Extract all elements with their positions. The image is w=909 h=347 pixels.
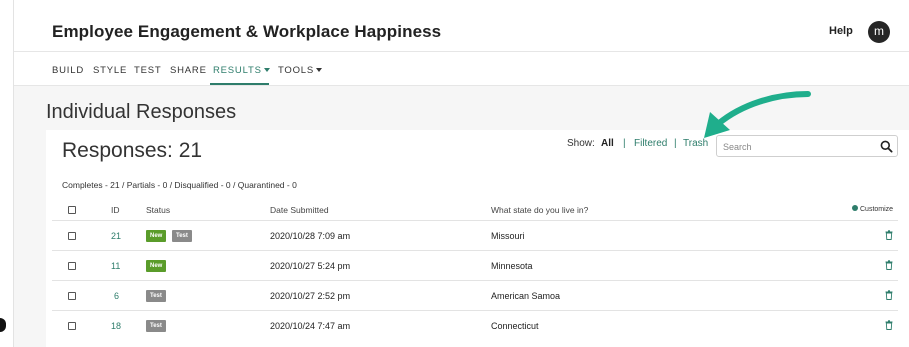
date-submitted: 2020/10/24 7:47 am	[270, 321, 351, 331]
date-submitted: 2020/10/28 7:09 am	[270, 231, 351, 241]
nav-active-indicator	[210, 83, 269, 85]
table-row[interactable]: 11 New 2020/10/27 5:24 pm Minnesota	[52, 251, 898, 281]
nav-share[interactable]: SHARE	[170, 65, 207, 76]
app-header: Employee Engagement & Workplace Happines…	[14, 0, 909, 52]
date-submitted: 2020/10/27 2:52 pm	[270, 291, 351, 301]
status-badge-new: New	[146, 260, 167, 272]
nav-build[interactable]: BUILD	[52, 65, 84, 76]
state-answer: Connecticut	[491, 321, 539, 331]
status-badge-test: Test	[172, 230, 192, 242]
row-checkbox[interactable]	[68, 232, 76, 240]
edge-tab	[0, 318, 6, 332]
table-row[interactable]: 21 New Test 2020/10/28 7:09 am Missouri	[52, 221, 898, 251]
status-badge-test: Test	[146, 290, 166, 302]
state-answer: Missouri	[491, 231, 525, 241]
response-id-link[interactable]: 6	[114, 291, 119, 301]
arrow-annotation	[704, 91, 811, 138]
trash-icon[interactable]	[885, 320, 893, 330]
status-badge-new: New	[146, 230, 167, 242]
response-id-link[interactable]: 21	[111, 231, 121, 241]
nav-test[interactable]: TEST	[134, 65, 161, 76]
nav-tools[interactable]: TOOLS	[278, 65, 323, 76]
gear-icon	[852, 205, 858, 212]
page-title: Individual Responses	[46, 101, 237, 123]
nav-results-label: RESULTS	[213, 65, 262, 76]
survey-title: Employee Engagement & Workplace Happines…	[52, 22, 442, 41]
row-checkbox[interactable]	[68, 292, 76, 300]
nav-build-label: BUILD	[52, 65, 84, 76]
help-link[interactable]: Help	[829, 25, 853, 37]
nav-test-label: TEST	[134, 65, 162, 76]
table-header: ID Status Date Submitted What state do y…	[52, 201, 898, 221]
filter-all-link[interactable]: All	[601, 138, 614, 149]
filter-filtered-link[interactable]: Filtered	[634, 138, 667, 149]
completes-summary: Completes - 21 / Partials - 0 / Disquali…	[62, 180, 297, 190]
table-row[interactable]: 18 Test 2020/10/24 7:47 am Connecticut	[52, 311, 898, 341]
row-checkbox[interactable]	[68, 262, 76, 270]
show-label: Show:	[567, 138, 595, 149]
nav-style[interactable]: STYLE	[93, 65, 127, 76]
nav-tools-label: TOOLS	[278, 65, 315, 76]
chevron-down-icon	[263, 68, 270, 73]
filter-separator: |	[674, 138, 677, 149]
row-checkbox[interactable]	[68, 322, 76, 330]
avatar[interactable]: m	[868, 21, 890, 43]
nav-share-label: SHARE	[170, 65, 207, 76]
response-id-link[interactable]: 11	[111, 261, 120, 271]
state-answer: Minnesota	[491, 261, 533, 271]
column-date: Date Submitted	[270, 205, 329, 215]
response-id-link[interactable]: 18	[111, 321, 121, 331]
customize-button[interactable]: Customize	[852, 205, 894, 213]
customize-label: Customize	[860, 206, 894, 213]
chevron-down-icon	[316, 68, 323, 73]
trash-icon[interactable]	[885, 230, 893, 240]
column-question: What state do you live in?	[491, 205, 589, 215]
status-badge-test: Test	[146, 320, 166, 332]
responses-count: Responses: 21	[62, 139, 203, 162]
filter-separator: |	[623, 138, 626, 149]
trash-icon[interactable]	[885, 290, 893, 300]
date-submitted: 2020/10/27 5:24 pm	[270, 261, 351, 271]
trash-icon[interactable]	[885, 260, 893, 270]
column-id: ID	[111, 205, 120, 215]
state-answer: American Samoa	[491, 291, 561, 301]
search-icon[interactable]	[880, 140, 893, 153]
select-all-checkbox[interactable]	[68, 206, 76, 214]
nav-style-label: STYLE	[93, 65, 128, 76]
column-status: Status	[146, 205, 171, 215]
nav-results[interactable]: RESULTS	[213, 65, 270, 76]
table-row[interactable]: 6 Test 2020/10/27 2:52 pm American Samoa	[52, 281, 898, 311]
